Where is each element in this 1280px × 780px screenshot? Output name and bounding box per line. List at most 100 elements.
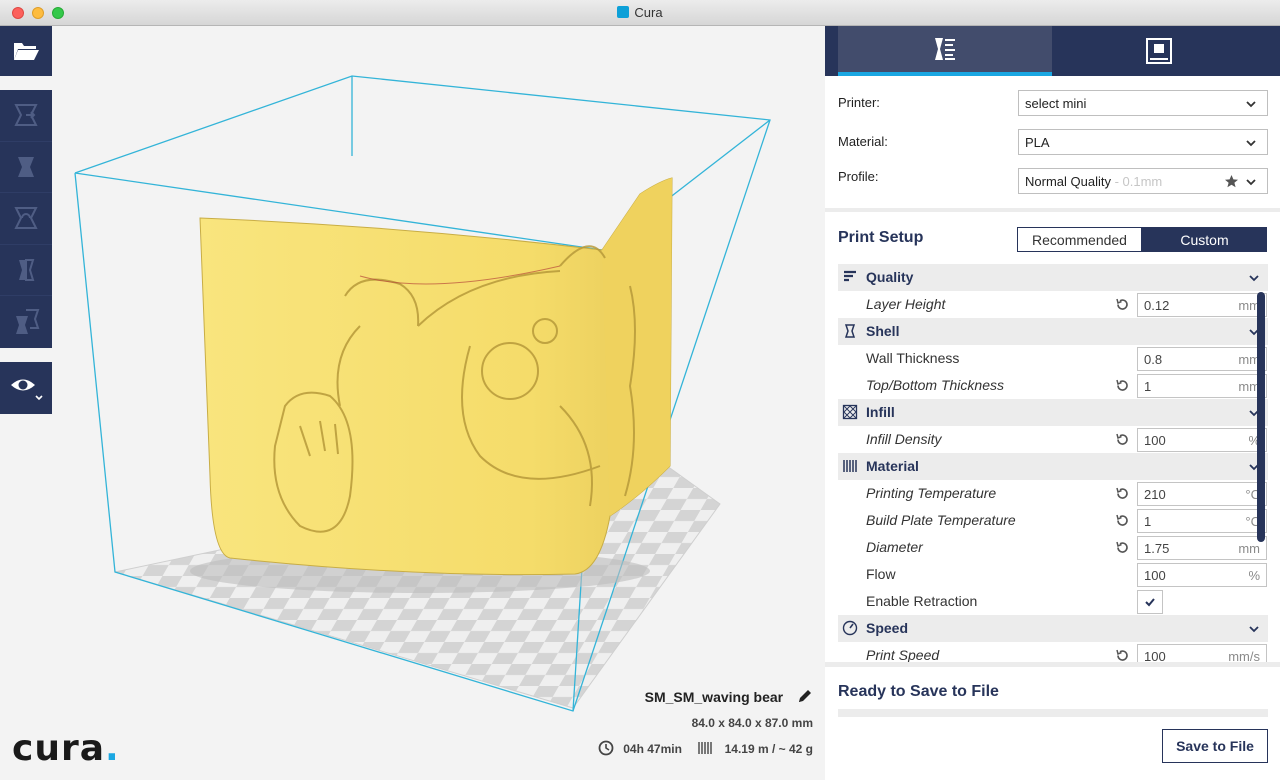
top-bottom-thickness-input[interactable]: 1 mm [1137,374,1267,398]
setup-mode-toggle: Recommended Custom [1017,227,1267,252]
rename-model-button[interactable] [797,688,813,707]
chevron-down-icon [1249,275,1259,282]
build-volume-scene[interactable] [0,26,825,780]
setting-infill-density: Infill Density 100% [838,426,1268,453]
category-label: Speed [866,620,909,636]
setting-value: 100 [1144,433,1166,448]
setting-label: Build Plate Temperature [866,512,1016,528]
setting-label: Flow [866,566,896,582]
setting-value: 100 [1144,568,1166,583]
checkmark-icon [1145,598,1155,607]
setting-unit: mm/s [1228,649,1260,662]
category-material[interactable]: Material [838,453,1268,480]
model-name: SM_SM_waving bear [645,688,813,707]
reset-icon[interactable] [1115,297,1130,312]
settings-scrollbar[interactable] [1257,292,1265,542]
view-mode-button[interactable] [0,362,52,414]
save-status: Ready to Save to File [838,683,999,700]
setting-print-speed: Print Speed 100 mm/s [838,642,1268,662]
enable-retraction-checkbox[interactable] [1137,590,1163,614]
mirror-tool-button[interactable] [0,245,52,297]
tab-monitor[interactable] [1052,26,1266,76]
material-row: Material: PLA [838,129,1268,155]
layer-height-input[interactable]: 0.12 mm [1137,293,1267,317]
per-model-settings-icon [16,309,40,335]
per-model-settings-button[interactable] [0,296,52,348]
setting-value: 1 [1144,514,1152,529]
custom-mode-button[interactable]: Custom [1142,227,1267,252]
translate-icon [14,104,38,127]
reset-icon[interactable] [1115,378,1130,393]
3d-viewport[interactable]: cura. SM_SM_waving bear 84.0 x 84.0 x 87… [0,26,825,780]
eye-icon [11,379,43,401]
category-infill[interactable]: Infill [838,399,1268,426]
category-shell[interactable]: Shell [838,318,1268,345]
save-panel: Ready to Save to File Save to File [825,667,1280,780]
cura-app-icon [617,6,630,18]
category-speed[interactable]: Speed [838,615,1268,642]
cura-logo: cura. [12,728,120,769]
print-setup: Print Setup Recommended Custom Quality La… [825,212,1280,662]
prepare-icon [935,38,955,60]
category-quality[interactable]: Quality [838,264,1268,291]
build-plate-temperature-input[interactable]: 1 °C [1137,509,1267,533]
print-setup-title: Print Setup [838,229,924,246]
reset-icon[interactable] [1115,432,1130,447]
flow-input[interactable]: 100% [1137,563,1267,587]
profile-value: Normal Quality [1025,174,1111,189]
profile-label: Profile: [838,169,879,184]
reset-icon[interactable] [1115,513,1130,528]
model-waving-bear[interactable] [199,177,673,576]
setting-label: Diameter [866,539,923,555]
infill-density-input[interactable]: 100% [1137,428,1267,452]
mirror-icon [19,259,35,282]
setting-value: 0.8 [1144,352,1163,367]
printer-label: Printer: [838,95,880,110]
setting-label: Printing Temperature [866,485,997,501]
star-icon[interactable] [1224,174,1239,189]
scale-icon [18,156,34,177]
reset-icon[interactable] [1115,648,1130,662]
machine-selection: Printer: select mini Material: PLA Profi… [825,76,1280,208]
setting-label: Top/Bottom Thickness [866,377,1004,393]
reset-icon[interactable] [1115,486,1130,501]
settings-list[interactable]: Quality Layer Height 0.12 mm Shell Wall Thick… [838,264,1268,662]
shell-icon [844,324,856,338]
wall-thickness-input[interactable]: 0.8 mm [1137,347,1267,371]
quality-icon [844,270,856,282]
printing-temperature-input[interactable]: 210 °C [1137,482,1267,506]
model-name-text: SM_SM_waving bear [644,689,784,705]
rotate-tool-button[interactable] [0,193,52,245]
setting-label: Print Speed [866,647,940,662]
print-estimate: 04h 47min 14.19 m / ~ 42 g [598,740,813,756]
material-usage: 14.19 m / ~ 42 g [724,742,813,756]
chevron-down-icon [1246,101,1256,108]
stage-tabs [825,26,1280,76]
move-tool-button[interactable] [0,90,52,142]
setting-build-plate-temperature: Build Plate Temperature 1 °C [838,507,1268,534]
profile-select[interactable]: Normal Quality - 0.1mm [1018,168,1268,194]
open-file-button[interactable] [0,26,52,76]
save-to-file-button[interactable]: Save to File [1162,729,1268,763]
print-speed-input[interactable]: 100 mm/s [1137,644,1267,662]
tool-group [0,90,52,348]
clock-icon [598,740,614,756]
rotate-icon [14,207,38,230]
setting-label: Wall Thickness [866,350,960,366]
material-select[interactable]: PLA [1018,129,1268,155]
material-icon [843,460,857,472]
recommended-mode-button[interactable]: Recommended [1017,227,1142,252]
scale-tool-button[interactable] [0,142,52,194]
setting-value: 0.12 [1144,298,1170,313]
title-bar: Cura [0,0,1280,26]
tab-prepare[interactable] [838,26,1052,76]
setting-label: Infill Density [866,431,942,447]
diameter-input[interactable]: 1.75 mm [1137,536,1267,560]
setting-unit: mm [1238,541,1260,556]
reset-icon[interactable] [1115,540,1130,555]
monitor-icon [1146,38,1172,64]
profile-layer-height: - 0.1mm [1110,174,1163,189]
sidebar: Printer: select mini Material: PLA Profi… [825,26,1280,780]
printer-select[interactable]: select mini [1018,90,1268,116]
setting-diameter: Diameter 1.75 mm [838,534,1268,561]
